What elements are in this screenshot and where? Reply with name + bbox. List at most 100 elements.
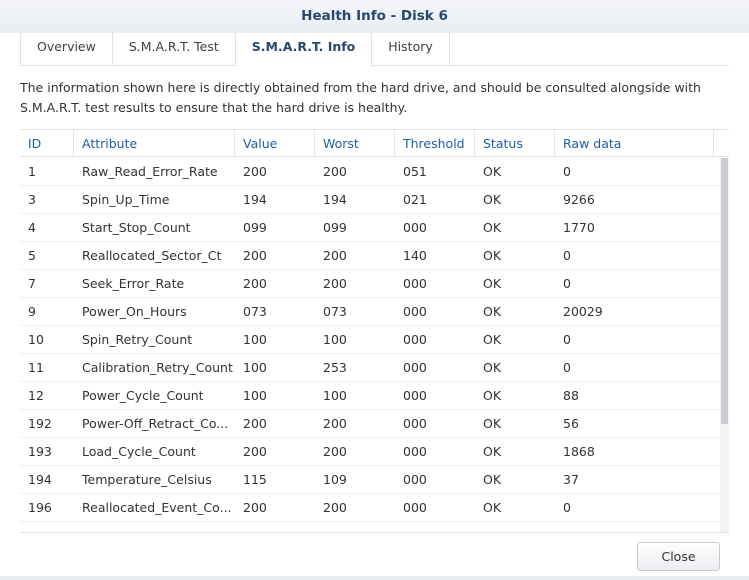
scrollbar-thumb[interactable] — [721, 158, 728, 424]
footer-divider — [20, 532, 729, 533]
cell-threshold: 000 — [403, 472, 427, 487]
column-header-spacer — [714, 130, 729, 157]
cell-raw-data: 1770 — [563, 220, 595, 235]
cell-raw-data: 37 — [563, 472, 579, 487]
cell-attribute: Raw_Read_Error_Rate — [82, 164, 218, 179]
cell-id: 12 — [28, 388, 44, 403]
column-header-id[interactable]: ID — [20, 130, 74, 157]
cell-status: OK — [483, 248, 502, 263]
tab-smart-test[interactable]: S.M.A.R.T. Test — [111, 33, 235, 66]
table-row[interactable]: 194 Temperature_Celsius 115 109 000 OK 37 — [20, 466, 720, 494]
cell-raw-data: 20029 — [563, 304, 603, 319]
column-header-threshold[interactable]: Threshold — [395, 130, 475, 157]
cell-threshold: 000 — [403, 220, 427, 235]
cell-worst: 100 — [323, 332, 347, 347]
column-header-worst[interactable]: Worst — [315, 130, 395, 157]
column-header-status[interactable]: Status — [475, 130, 555, 157]
table-row[interactable]: 1 Raw_Read_Error_Rate 200 200 051 OK 0 — [20, 158, 720, 186]
column-header-attribute[interactable]: Attribute — [74, 130, 235, 157]
table-row[interactable]: 196 Reallocated_Event_Co... 200 200 000 OK 0 — [20, 494, 720, 522]
table-row[interactable]: 10 Spin_Retry_Count 100 100 000 OK 0 — [20, 326, 720, 354]
column-header-value[interactable]: Value — [235, 130, 315, 157]
cell-worst: 194 — [323, 192, 347, 207]
cell-threshold: 000 — [403, 500, 427, 515]
cell-threshold: 021 — [403, 192, 427, 207]
cell-attribute: Power_On_Hours — [82, 304, 187, 319]
table-row[interactable]: 192 Power-Off_Retract_Co... 200 200 000 OK 56 — [20, 410, 720, 438]
cell-worst: 200 — [323, 444, 347, 459]
table-row[interactable]: 7 Seek_Error_Rate 200 200 000 OK 0 — [20, 270, 720, 298]
cell-id: 3 — [28, 192, 36, 207]
info-description: The information shown here is directly o… — [20, 80, 701, 115]
cell-attribute: Reallocated_Sector_Ct — [82, 248, 222, 263]
table-row[interactable]: 9 Power_On_Hours 073 073 000 OK 20029 — [20, 298, 720, 326]
table-row[interactable]: 193 Load_Cycle_Count 200 200 000 OK 1868 — [20, 438, 720, 466]
cell-worst: 253 — [323, 360, 347, 375]
cell-id: 9 — [28, 304, 36, 319]
cell-raw-data: 0 — [563, 164, 571, 179]
cell-id: 193 — [28, 444, 52, 459]
table-row[interactable]: 4 Start_Stop_Count 099 099 000 OK 1770 — [20, 214, 720, 242]
cell-id: 11 — [28, 360, 44, 375]
tab-smart-info[interactable]: S.M.A.R.T. Info — [234, 33, 372, 66]
cell-status: OK — [483, 304, 502, 319]
cell-worst: 200 — [323, 248, 347, 263]
cell-attribute: Start_Stop_Count — [82, 220, 191, 235]
cell-attribute: Seek_Error_Rate — [82, 276, 185, 291]
cell-id: 10 — [28, 332, 44, 347]
cell-worst: 100 — [323, 388, 347, 403]
cell-worst: 200 — [323, 416, 347, 431]
cell-status: OK — [483, 416, 502, 431]
table-row[interactable]: 3 Spin_Up_Time 194 194 021 OK 9266 — [20, 186, 720, 214]
cell-threshold: 000 — [403, 332, 427, 347]
table-row[interactable]: 5 Reallocated_Sector_Ct 200 200 140 OK 0 — [20, 242, 720, 270]
cell-raw-data: 88 — [563, 388, 579, 403]
cell-raw-data: 1868 — [563, 444, 595, 459]
cell-value: 100 — [243, 332, 267, 347]
close-button[interactable]: Close — [637, 542, 720, 571]
cell-status: OK — [483, 444, 502, 459]
cell-id: 7 — [28, 276, 36, 291]
cell-status: OK — [483, 192, 502, 207]
cell-attribute: Power_Cycle_Count — [82, 388, 204, 403]
cell-threshold: 000 — [403, 276, 427, 291]
cell-raw-data: 0 — [563, 500, 571, 515]
cell-status: OK — [483, 220, 502, 235]
table-scrollbar[interactable] — [720, 158, 729, 532]
cell-attribute: Load_Cycle_Count — [82, 444, 196, 459]
cell-value: 200 — [243, 500, 267, 515]
cell-attribute: Spin_Retry_Count — [82, 332, 193, 347]
cell-raw-data: 0 — [563, 248, 571, 263]
cell-id: 194 — [28, 472, 52, 487]
cell-raw-data: 0 — [563, 332, 571, 347]
table-row[interactable]: 12 Power_Cycle_Count 100 100 000 OK 88 — [20, 382, 720, 410]
cell-threshold: 000 — [403, 388, 427, 403]
table-row[interactable]: 11 Calibration_Retry_Count 100 253 000 OK 0 — [20, 354, 720, 382]
cell-raw-data: 0 — [563, 360, 571, 375]
cell-worst: 200 — [323, 164, 347, 179]
smart-attributes-table: ID Attribute Value Worst Threshold Statu… — [20, 129, 729, 532]
cell-worst: 200 — [323, 500, 347, 515]
tab-overview[interactable]: Overview — [20, 33, 112, 66]
cell-value: 194 — [243, 192, 267, 207]
cell-threshold: 000 — [403, 304, 427, 319]
cell-status: OK — [483, 388, 502, 403]
cell-threshold: 051 — [403, 164, 427, 179]
cell-value: 115 — [243, 472, 267, 487]
cell-attribute: Temperature_Celsius — [82, 472, 212, 487]
column-header-raw-data[interactable]: Raw data — [555, 130, 714, 157]
cell-value: 200 — [243, 276, 267, 291]
cell-value: 200 — [243, 164, 267, 179]
cell-value: 200 — [243, 444, 267, 459]
cell-id: 5 — [28, 248, 36, 263]
cell-attribute: Calibration_Retry_Count — [82, 360, 233, 375]
cell-threshold: 000 — [403, 360, 427, 375]
cell-value: 200 — [243, 248, 267, 263]
tab-history[interactable]: History — [371, 33, 450, 66]
cell-value: 200 — [243, 416, 267, 431]
dialog-title: Health Info - Disk 6 — [0, 0, 749, 33]
cell-status: OK — [483, 164, 502, 179]
cell-status: OK — [483, 472, 502, 487]
cell-id: 4 — [28, 220, 36, 235]
cell-value: 100 — [243, 388, 267, 403]
